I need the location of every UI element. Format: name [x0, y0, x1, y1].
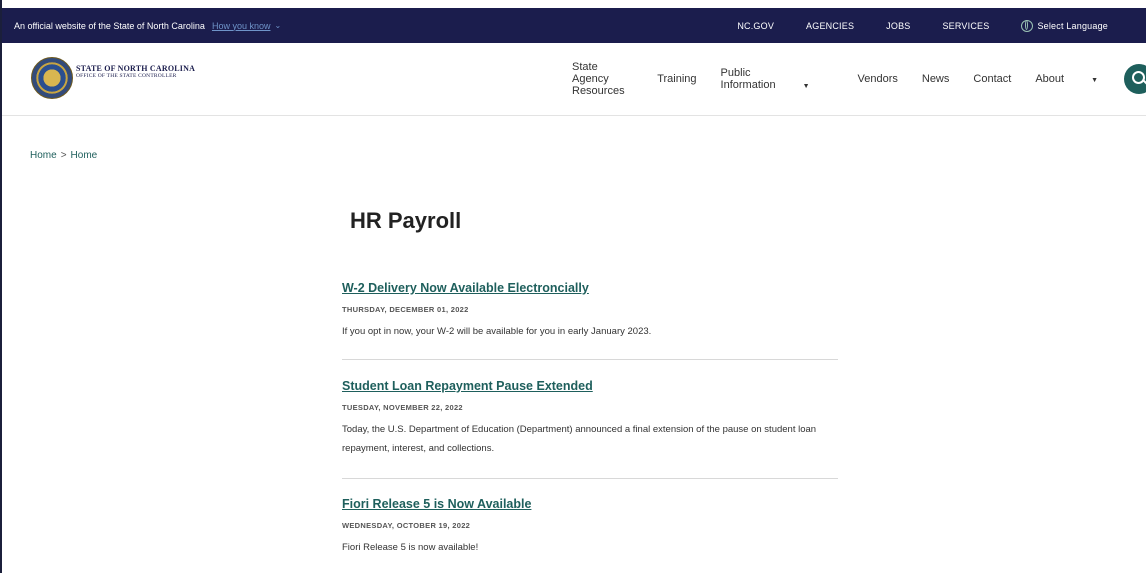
select-language-label: Select Language [1037, 20, 1108, 31]
page-title: HR Payroll [350, 208, 462, 233]
nav-item-vendors[interactable]: Vendors [858, 73, 898, 85]
nav-item-about[interactable]: About ▼ [1035, 73, 1122, 85]
search-button[interactable] [1124, 64, 1146, 94]
news-item-summary: If you opt in now, your W-2 will be avai… [342, 326, 652, 337]
services-link[interactable]: SERVICES [942, 21, 989, 31]
ncgov-link[interactable]: NC.GOV [737, 21, 774, 31]
site-header: STATE OF NORTH CAROLINA OFFICE OF THE ST… [2, 43, 1146, 116]
nav-item-training[interactable]: Training [657, 73, 696, 85]
divider [342, 359, 838, 360]
official-banner: An official website of the State of Nort… [2, 8, 1146, 43]
news-item-date: WEDNESDAY, OCTOBER 19, 2022 [342, 521, 471, 530]
breadcrumb-current[interactable]: Home [71, 150, 98, 161]
agencies-link[interactable]: AGENCIES [806, 21, 854, 31]
nav-item-public-information[interactable]: Public Information ▼ [721, 67, 834, 91]
nav-item-contact[interactable]: Contact [973, 73, 1011, 85]
news-item: Fiori Release 5 is Now Available WEDNESD… [342, 497, 838, 557]
news-item-title-link[interactable]: Student Loan Repayment Pause Extended [342, 379, 838, 393]
news-item: W-2 Delivery Now Available Electronciall… [342, 281, 838, 341]
news-item-date: TUESDAY, NOVEMBER 22, 2022 [342, 403, 463, 412]
utility-links: NC.GOV AGENCIES JOBS SERVICES Select Lan… [737, 8, 1146, 43]
nav-item-news[interactable]: News [922, 73, 950, 85]
nav-item-label: Public Information [720, 67, 776, 91]
official-notice: An official website of the State of Nort… [14, 21, 281, 31]
divider [342, 478, 838, 479]
site-logo[interactable]: STATE OF NORTH CAROLINA OFFICE OF THE ST… [76, 65, 195, 80]
nav-item-state-agency-resources[interactable]: State Agency Resources [572, 61, 633, 97]
how-you-know-link[interactable]: How you know [212, 21, 271, 31]
breadcrumb: Home > Home [30, 150, 97, 161]
news-item-summary: Today, the U.S. Department of Education … [342, 424, 817, 454]
breadcrumb-home-link[interactable]: Home [30, 150, 57, 161]
brand-line-1: STATE OF NORTH CAROLINA [76, 64, 196, 73]
news-item-title-link[interactable]: W-2 Delivery Now Available Electronciall… [342, 281, 838, 295]
jobs-link[interactable]: JOBS [886, 21, 910, 31]
caret-down-icon: ▼ [802, 83, 810, 90]
main-nav: State Agency Resources Training Public I… [572, 43, 1146, 115]
official-text: An official website of the State of Nort… [14, 20, 205, 31]
chevron-down-icon[interactable]: ⌄ [274, 21, 281, 30]
news-item-date: THURSDAY, DECEMBER 01, 2022 [342, 305, 469, 314]
news-item: Student Loan Repayment Pause Extended TU… [342, 379, 838, 458]
breadcrumb-separator: > [60, 150, 67, 161]
news-item-summary: Fiori Release 5 is now available! [342, 542, 479, 553]
caret-down-icon: ▼ [1091, 77, 1098, 84]
select-language-button[interactable]: Select Language [1021, 19, 1140, 32]
brand-line-2: OFFICE OF THE STATE CONTROLLER [76, 73, 177, 79]
state-seal-logo[interactable] [31, 57, 73, 99]
nav-item-label: About [1035, 73, 1065, 85]
globe-icon [1021, 19, 1034, 32]
news-item-title-link[interactable]: Fiori Release 5 is Now Available [342, 497, 838, 511]
